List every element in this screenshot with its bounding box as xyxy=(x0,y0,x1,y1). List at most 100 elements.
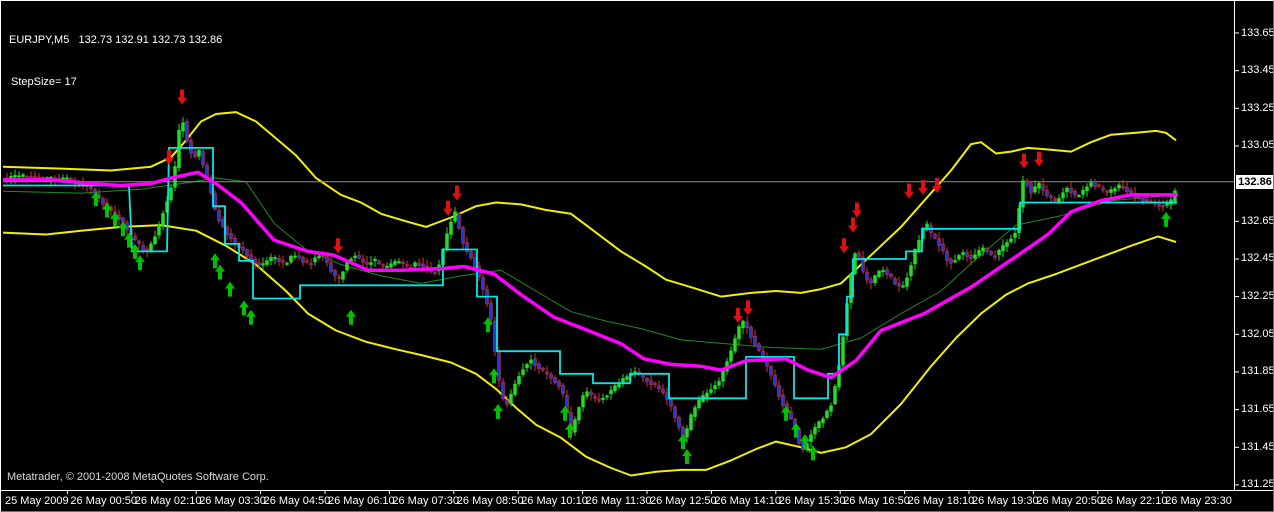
price-tick-label: 133.25 xyxy=(1241,102,1274,114)
candle-body xyxy=(514,384,517,395)
candle-body xyxy=(170,188,173,200)
time-tick-label: 26 May 07:30 xyxy=(392,495,459,507)
sell-signal-arrow-icon xyxy=(904,184,914,199)
candle-body xyxy=(650,381,653,385)
time-tick-label: 26 May 15:30 xyxy=(779,495,846,507)
buy-signal-arrow-icon xyxy=(682,449,692,464)
candle-body xyxy=(730,351,733,362)
candle-body xyxy=(602,398,605,400)
price-tick-label: 133.45 xyxy=(1241,64,1274,76)
candle-body xyxy=(418,263,421,266)
candle-body xyxy=(822,419,825,423)
candle-body xyxy=(1034,187,1037,192)
candle-body xyxy=(158,225,161,235)
candle-body xyxy=(390,264,393,268)
candle-body xyxy=(194,152,197,157)
sell-signal-arrow-icon xyxy=(164,150,174,165)
candle-body xyxy=(578,407,581,420)
time-tick-label: 25 May 2009 xyxy=(5,495,69,507)
chart-header-overlay: EURJPY,M5 132.73 132.91 132.73 132.86 St… xyxy=(9,5,222,117)
time-tick-label: 26 May 12:50 xyxy=(650,495,717,507)
candle-body xyxy=(318,256,321,258)
candle-body xyxy=(1062,193,1065,198)
buy-signal-arrow-icon xyxy=(493,404,503,419)
candle-body xyxy=(962,253,965,255)
candle-body xyxy=(306,261,309,263)
candle-body xyxy=(674,407,677,418)
time-tick-label: 26 May 16:50 xyxy=(843,495,910,507)
candle-body xyxy=(330,263,333,272)
candle-body xyxy=(1002,245,1005,251)
candle-body xyxy=(1166,204,1169,206)
candle-body xyxy=(774,375,777,385)
candle-body xyxy=(898,283,901,286)
candle-body xyxy=(310,263,313,265)
candle-body xyxy=(1006,243,1009,247)
candle-body xyxy=(718,382,721,386)
sell-signal-arrow-icon xyxy=(743,300,753,315)
candle-body xyxy=(406,265,409,267)
candle-body xyxy=(1142,198,1145,201)
candle-body xyxy=(614,386,617,391)
candle-body xyxy=(554,378,557,383)
candle-body xyxy=(22,175,25,177)
candle-body xyxy=(746,322,749,328)
candle-body xyxy=(1158,204,1161,206)
price-tick-label: 131.65 xyxy=(1241,403,1274,415)
candle-body xyxy=(26,176,29,178)
candle-body xyxy=(182,123,185,132)
candle-body xyxy=(34,177,37,179)
candle-body xyxy=(1042,185,1045,191)
candle-body xyxy=(950,259,953,263)
candle-body xyxy=(550,375,553,379)
candle-body xyxy=(222,219,225,226)
buy-signal-arrow-icon xyxy=(346,310,356,325)
candle-body xyxy=(178,130,181,168)
candle-body xyxy=(662,389,665,393)
candle-body xyxy=(394,261,397,264)
candle-body xyxy=(934,234,937,238)
candle-body xyxy=(62,178,65,180)
buy-signal-arrow-icon xyxy=(808,445,818,460)
candle-body xyxy=(958,255,961,259)
candle-body xyxy=(942,244,945,251)
time-tick-label: 26 May 04:50 xyxy=(264,495,331,507)
candle-body xyxy=(462,227,465,243)
candle-body xyxy=(162,213,165,225)
candle-body xyxy=(230,233,233,239)
time-tick-label: 26 May 19:30 xyxy=(972,495,1039,507)
candle-body xyxy=(490,303,493,319)
candle-body xyxy=(90,187,93,189)
candle-body xyxy=(818,422,821,428)
candle-body xyxy=(526,364,529,368)
candle-body xyxy=(542,368,545,370)
candle-body xyxy=(14,175,17,177)
price-tick-label: 132.25 xyxy=(1241,290,1274,302)
candle-body xyxy=(1078,195,1081,197)
candle-body xyxy=(138,241,141,244)
candle-body xyxy=(398,262,401,264)
candle-body xyxy=(1106,191,1109,193)
candle-body xyxy=(994,256,997,258)
candle-body xyxy=(902,286,905,288)
candle-body xyxy=(814,427,817,434)
candle-body xyxy=(186,122,189,142)
candle-body xyxy=(770,366,773,375)
candle-body xyxy=(1146,200,1149,202)
candle-body xyxy=(1090,183,1093,187)
candle-body xyxy=(1038,183,1041,188)
candle-body xyxy=(998,250,1001,255)
candle-body xyxy=(706,393,709,397)
candle-body xyxy=(202,152,205,166)
candle-body xyxy=(982,248,985,251)
candle-body xyxy=(258,263,261,265)
candle-body xyxy=(890,274,893,277)
symbol-ohlc-label: EURJPY,M5 132.73 132.91 132.73 132.86 xyxy=(9,33,222,47)
candle-body xyxy=(966,252,969,256)
price-tick-label: 131.85 xyxy=(1241,365,1274,377)
candle-body xyxy=(878,271,881,277)
candle-body xyxy=(546,372,549,374)
candle-body xyxy=(422,264,425,267)
candle-body xyxy=(358,255,361,258)
candle-body xyxy=(974,255,977,259)
